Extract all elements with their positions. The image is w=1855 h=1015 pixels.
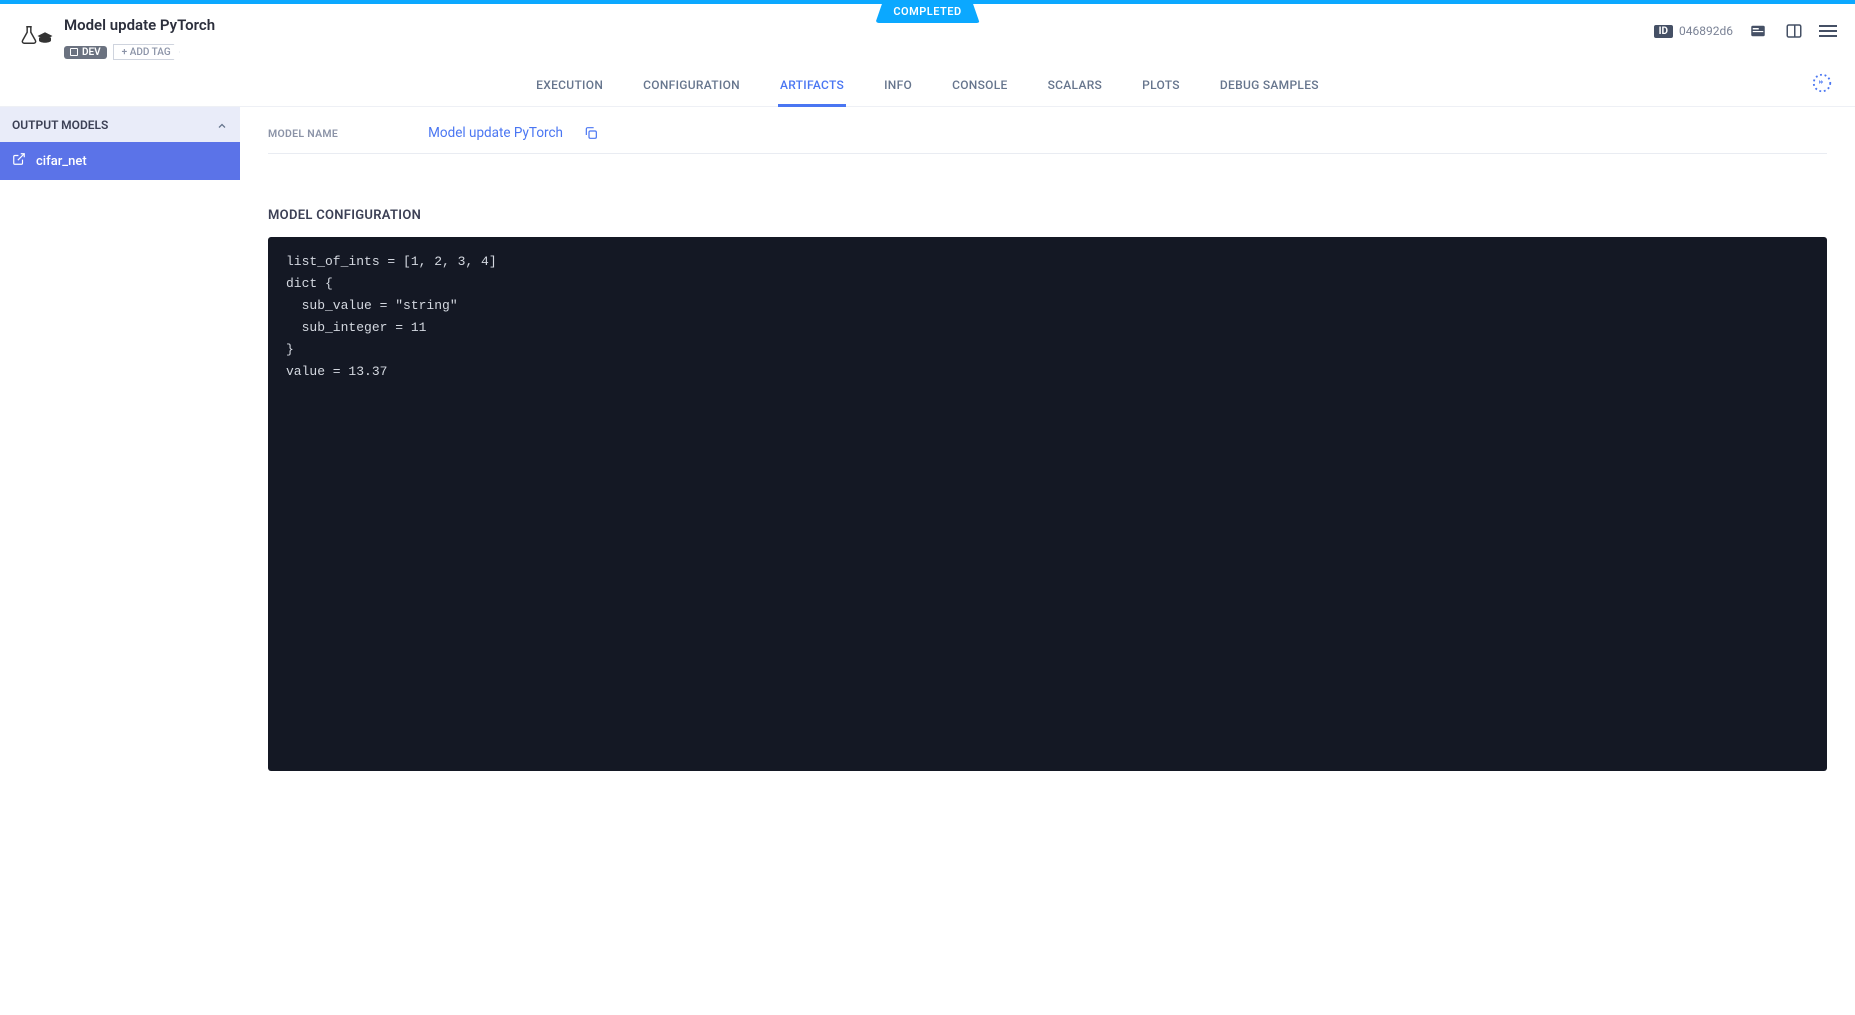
- body: OUTPUT MODELS cifar_net MODEL NAME Model…: [0, 107, 1855, 1004]
- page-header: Model update PyTorch DEV + ADD TAG ID 04…: [0, 4, 1855, 60]
- model-configuration-code[interactable]: list_of_ints = [1, 2, 3, 4] dict { sub_v…: [268, 237, 1827, 771]
- tabs-bar: EXECUTION CONFIGURATION ARTIFACTS INFO C…: [0, 66, 1855, 107]
- sidebar: OUTPUT MODELS cifar_net: [0, 107, 240, 1004]
- header-left: Model update PyTorch DEV + ADD TAG: [18, 16, 215, 60]
- cap-icon: [40, 18, 54, 52]
- tab-info[interactable]: INFO: [882, 66, 914, 106]
- sidebar-item-cifar-net[interactable]: cifar_net: [0, 142, 240, 180]
- tab-plots[interactable]: PLOTS: [1140, 66, 1182, 106]
- tab-debug-samples[interactable]: DEBUG SAMPLES: [1218, 66, 1321, 106]
- id-chip[interactable]: ID 046892d6: [1654, 24, 1733, 38]
- tags-row: DEV + ADD TAG: [64, 44, 215, 60]
- card-icon[interactable]: [1747, 20, 1769, 42]
- sidebar-section-label: OUTPUT MODELS: [12, 118, 108, 132]
- model-name-label: MODEL NAME: [268, 127, 338, 140]
- id-value: 046892d6: [1679, 24, 1733, 38]
- copy-icon[interactable]: [583, 125, 599, 141]
- header-right: ID 046892d6: [1654, 16, 1837, 42]
- experiment-icon: [18, 16, 54, 52]
- tab-artifacts[interactable]: ARTIFACTS: [778, 66, 846, 107]
- sidebar-item-label: cifar_net: [36, 154, 87, 169]
- main-panel: MODEL NAME Model update PyTorch MODEL CO…: [240, 107, 1855, 1004]
- model-configuration-title: MODEL CONFIGURATION: [268, 208, 1827, 223]
- tab-scalars[interactable]: SCALARS: [1046, 66, 1105, 106]
- model-name-link[interactable]: Model update PyTorch: [428, 125, 563, 141]
- tag-dev-label: DEV: [82, 47, 101, 58]
- refresh-icon[interactable]: [1811, 72, 1833, 94]
- sidebar-section-output-models[interactable]: OUTPUT MODELS: [0, 107, 240, 142]
- menu-icon[interactable]: [1819, 25, 1837, 37]
- split-panel-icon[interactable]: [1783, 20, 1805, 42]
- page-title: Model update PyTorch: [64, 16, 215, 34]
- model-name-value-wrap: Model update PyTorch: [428, 125, 599, 141]
- add-tag-button[interactable]: + ADD TAG: [113, 44, 180, 60]
- model-name-row: MODEL NAME Model update PyTorch: [268, 107, 1827, 154]
- id-badge: ID: [1654, 25, 1673, 38]
- tab-execution[interactable]: EXECUTION: [534, 66, 605, 106]
- tab-console[interactable]: CONSOLE: [950, 66, 1010, 106]
- tab-configuration[interactable]: CONFIGURATION: [641, 66, 742, 106]
- add-tag-label: + ADD TAG: [122, 47, 171, 58]
- external-link-icon: [12, 152, 26, 170]
- chevron-up-icon: [216, 117, 228, 132]
- tag-dev[interactable]: DEV: [64, 46, 107, 59]
- title-wrap: Model update PyTorch DEV + ADD TAG: [64, 16, 215, 60]
